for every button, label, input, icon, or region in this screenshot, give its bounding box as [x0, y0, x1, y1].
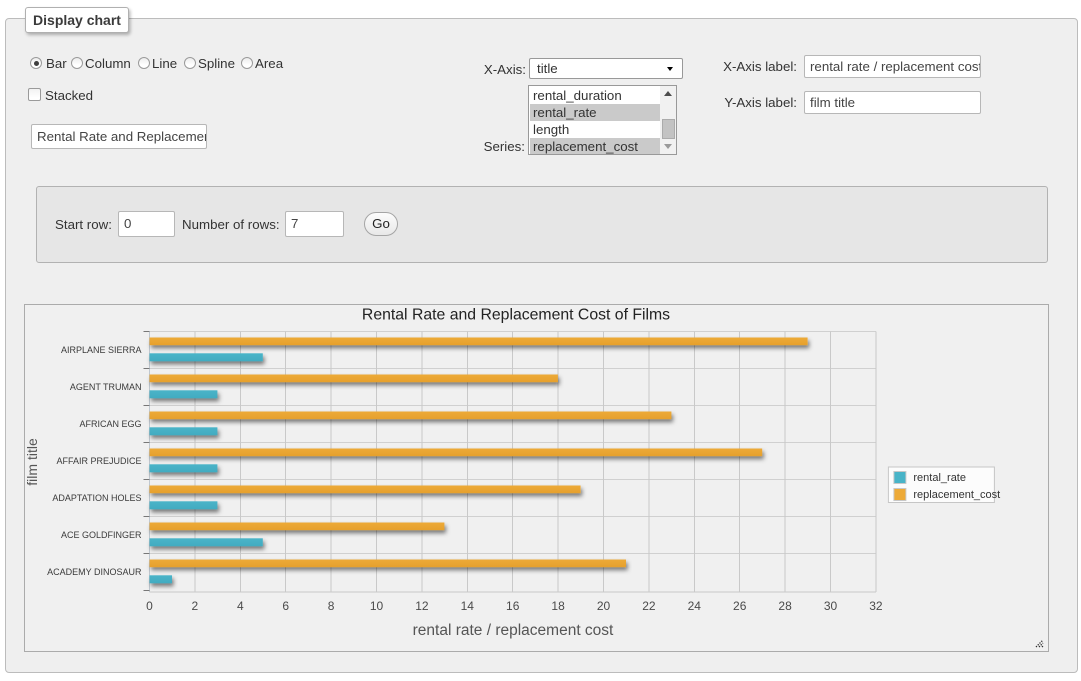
svg-text:AGENT TRUMAN: AGENT TRUMAN	[70, 382, 142, 392]
svg-text:rental_rate: rental_rate	[913, 472, 966, 484]
svg-text:26: 26	[733, 599, 747, 613]
svg-text:2: 2	[192, 599, 199, 613]
svg-text:16: 16	[506, 599, 520, 613]
svg-text:14: 14	[461, 599, 475, 613]
svg-text:32: 32	[869, 599, 883, 613]
svg-text:30: 30	[824, 599, 838, 613]
svg-text:6: 6	[282, 599, 289, 613]
svg-text:film title: film title	[25, 438, 40, 486]
svg-text:replacement_cost: replacement_cost	[913, 489, 1000, 501]
svg-text:10: 10	[370, 599, 384, 613]
svg-text:20: 20	[597, 599, 611, 613]
svg-text:18: 18	[551, 599, 565, 613]
svg-text:AIRPLANE SIERRA: AIRPLANE SIERRA	[61, 345, 142, 355]
svg-text:8: 8	[328, 599, 335, 613]
svg-text:4: 4	[237, 599, 244, 613]
svg-text:AFRICAN EGG: AFRICAN EGG	[79, 419, 141, 429]
svg-text:22: 22	[642, 599, 656, 613]
svg-text:ACE GOLDFINGER: ACE GOLDFINGER	[61, 530, 142, 540]
svg-text:ACADEMY DINOSAUR: ACADEMY DINOSAUR	[47, 567, 142, 577]
svg-text:rental rate / replacement cost: rental rate / replacement cost	[413, 622, 614, 639]
svg-text:0: 0	[146, 599, 153, 613]
svg-text:AFFAIR PREJUDICE: AFFAIR PREJUDICE	[56, 456, 141, 466]
svg-text:12: 12	[415, 599, 429, 613]
svg-text:Rental Rate and Replacement Co: Rental Rate and Replacement Cost of Film…	[362, 307, 670, 324]
svg-text:28: 28	[778, 599, 792, 613]
svg-text:24: 24	[688, 599, 702, 613]
svg-text:ADAPTATION HOLES: ADAPTATION HOLES	[52, 493, 141, 503]
